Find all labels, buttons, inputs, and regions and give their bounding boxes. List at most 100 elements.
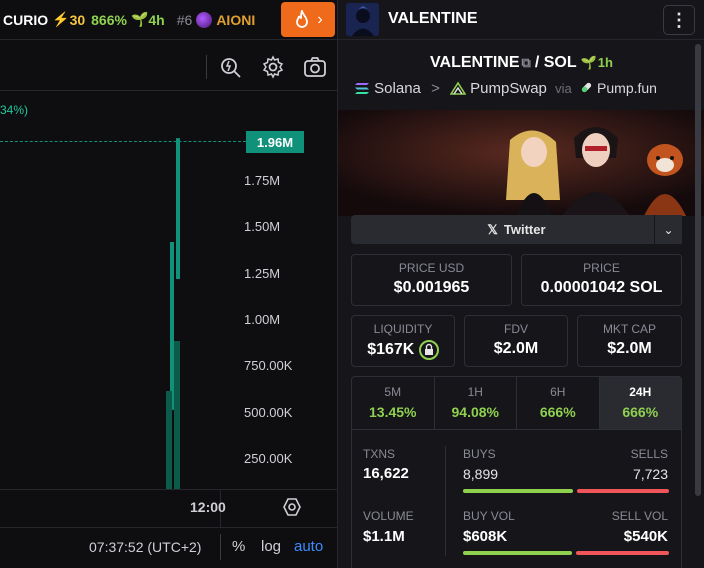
sprout-icon: 🌱 — [130, 11, 149, 27]
volume-bar — [174, 341, 180, 489]
volume-bar — [166, 391, 172, 489]
candle-bar[interactable] — [170, 241, 174, 410]
tab-6h[interactable]: 6H 666% — [517, 377, 600, 429]
trade-stats: TXNS 16,622 BUYS 8,899 SELLS 7,723 VOLUM… — [351, 430, 682, 568]
chart-status-bar: 07:37:52 (UTC+2) % log auto — [0, 527, 337, 568]
y-tick-label: 1.25M — [244, 265, 281, 281]
pair-heading: VALENTINE ⧉ / SOL 🌱1h — [430, 54, 613, 71]
axis-settings-icon[interactable] — [282, 497, 302, 517]
launchpad-link[interactable]: Pump.fun — [597, 80, 657, 96]
log-scale-toggle[interactable]: log — [261, 538, 281, 555]
chevron-right-icon: › — [317, 10, 323, 28]
tab-label: 1H — [467, 385, 483, 399]
chevron-down-icon: ⌄ — [663, 222, 674, 237]
price-usd-value: $0.001965 — [393, 279, 470, 296]
bolt-icon: ⚡ — [52, 11, 70, 27]
x-logo-icon: 𝕏 — [487, 221, 498, 237]
pair-quote: SOL — [543, 54, 577, 71]
sell-vol-bar — [576, 551, 669, 555]
tab-label: 5M — [384, 385, 402, 399]
liquidity-row: $167K — [352, 340, 454, 360]
timeframe-tabs: 5M 13.45% 1H 94.08% 6H 666% 24H 666% — [351, 376, 682, 430]
buy-vol-label: BUY VOL — [463, 509, 515, 523]
volume-value: $1.1M — [363, 528, 405, 545]
token-banner-image — [338, 110, 704, 216]
panel-header: VALENTINE ⋮ — [338, 0, 704, 40]
buy-vol-value: $608K — [463, 528, 508, 545]
buys-value: 8,899 — [463, 466, 499, 482]
sell-vol-label: SELL VOL — [611, 509, 668, 523]
app-root: CURIO ⚡ 30 866% 🌱 4h #6 AIONI › 34%) 1.96M… — [0, 0, 704, 568]
x-axis-line — [0, 489, 337, 490]
tab-label: 24H — [629, 385, 652, 399]
current-price-tag: 1.96M — [246, 131, 304, 153]
liquidity-label: LIQUIDITY — [373, 322, 433, 336]
tab-change: 666% — [539, 404, 576, 420]
panel-scrollbar[interactable] — [695, 44, 701, 496]
pair-base: VALENTINE — [430, 54, 520, 71]
trending-fire-button[interactable]: › — [281, 2, 335, 37]
tab-1h[interactable]: 1H 94.08% — [435, 377, 517, 429]
fdv-label: FDV — [504, 322, 528, 336]
liquidity-value: $167K — [367, 341, 415, 358]
route-breadcrumb: Solana > PumpSwap via Pump.fun — [354, 80, 699, 99]
fdv-card: FDV $2.0M — [464, 315, 568, 367]
y-tick-label: 500.00K — [244, 404, 293, 420]
twitter-button[interactable]: 𝕏 Twitter — [351, 215, 682, 244]
fdv-value: $2.0M — [493, 340, 539, 357]
zoom-magic-icon[interactable] — [219, 55, 243, 79]
txns-label: TXNS — [363, 447, 396, 461]
pill-icon — [580, 81, 593, 98]
buy-vol-bar — [463, 551, 572, 555]
liquidity-card: LIQUIDITY $167K — [351, 315, 455, 367]
price-sol-card: PRICE 0.00001042 SOL — [521, 254, 682, 306]
ticker-age: 4h — [148, 11, 165, 28]
price-sol-value: 0.00001042 SOL — [540, 279, 663, 296]
chart-clock: 07:37:52 (UTC+2) — [89, 539, 202, 555]
txns-value: 16,622 — [363, 465, 409, 482]
twitter-label: Twitter — [503, 222, 546, 237]
buys-bar — [463, 489, 573, 493]
buys-label: BUYS — [463, 447, 496, 461]
status-divider — [220, 534, 221, 560]
ticker-symbol[interactable]: CURIO — [3, 12, 48, 28]
price-sol-label: PRICE — [583, 261, 620, 275]
lock-icon[interactable] — [418, 340, 439, 360]
candle-bar[interactable] — [176, 138, 180, 280]
sells-bar — [577, 489, 669, 493]
tab-24h[interactable]: 24H 666% — [599, 377, 681, 429]
ticker-rank: #6 — [176, 11, 193, 28]
auto-scale-toggle[interactable]: auto — [294, 538, 323, 555]
y-tick-label: 1.50M — [244, 219, 281, 235]
y-tick-label: 1.00M — [244, 311, 281, 327]
more-menu-button[interactable]: ⋮ — [663, 5, 695, 35]
candles-plot[interactable] — [0, 91, 244, 489]
percent-scale-toggle[interactable]: % — [232, 538, 245, 555]
sells-label: SELLS — [630, 447, 668, 461]
token-avatar-image — [346, 3, 379, 36]
camera-icon[interactable] — [303, 55, 327, 79]
volume-label: VOLUME — [363, 509, 414, 523]
tab-change: 666% — [622, 404, 659, 420]
socials-expand-button[interactable]: ⌄ — [654, 215, 682, 244]
y-tick-label: 250.00K — [244, 450, 293, 466]
tab-5m[interactable]: 5M 13.45% — [352, 377, 435, 429]
x-tick-label: 12:00 — [190, 499, 226, 515]
via-label: via — [555, 81, 572, 96]
tab-change: 13.45% — [369, 404, 417, 420]
dex-link[interactable]: PumpSwap — [470, 80, 547, 97]
price-chart[interactable]: 34%) 1.96M 1.75M 1.50M 1.25M 1.00M 750.00K 50… — [0, 41, 337, 527]
sell-vol-value: $540K — [623, 528, 668, 545]
copy-icon[interactable]: ⧉ — [522, 55, 531, 70]
settings-gear-icon[interactable] — [261, 55, 285, 79]
y-tick-label: 750.00K — [244, 358, 293, 374]
ticker-next-symbol[interactable]: AIONI — [216, 12, 255, 28]
chain-link[interactable]: Solana — [374, 80, 421, 97]
y-tick-label: 1.75M — [244, 173, 281, 188]
price-usd-label: PRICE USD — [398, 261, 465, 275]
pumpswap-icon — [449, 81, 467, 99]
token-avatar-icon — [196, 11, 213, 28]
fire-icon — [296, 9, 309, 28]
ticker-boosts: 30 — [69, 11, 86, 28]
tab-label: 6H — [550, 385, 566, 399]
